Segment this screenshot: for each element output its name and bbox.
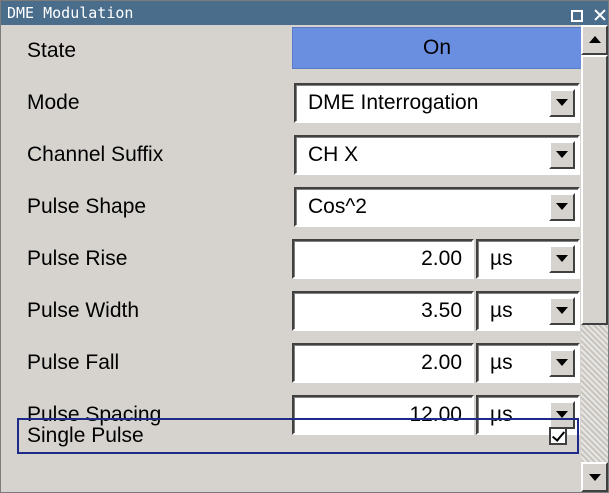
pulse-width-row: Pulse Width 3.50 µs [17,285,580,337]
vertical-scrollbar[interactable] [581,25,608,492]
pulse-fall-row: Pulse Fall 2.00 µs [17,337,580,389]
chevron-down-icon[interactable] [549,193,575,221]
chevron-down-icon[interactable] [549,245,575,273]
pulse-shape-row: Pulse Shape Cos^2 [17,181,580,233]
scroll-up-icon[interactable] [581,25,608,55]
chevron-down-icon[interactable] [549,349,575,377]
pulse-fall-unit: µs [490,351,513,374]
dme-modulation-window: DME Modulation State On Mode DME Interro… [0,0,609,493]
mode-select[interactable]: DME Interrogation [294,83,580,123]
pulse-rise-input[interactable]: 2.00 [292,239,474,279]
single-pulse-checkbox[interactable] [549,427,567,445]
channel-suffix-select[interactable]: CH X [294,135,580,175]
chevron-down-icon[interactable] [549,89,575,117]
pulse-rise-row: Pulse Rise 2.00 µs [17,233,580,285]
channel-suffix-label: Channel Suffix [27,143,164,166]
single-pulse-label: Single Pulse [27,424,144,447]
pulse-width-label: Pulse Width [27,299,140,322]
state-toggle-button[interactable]: On [292,27,582,69]
close-icon[interactable] [594,8,606,22]
mode-label: Mode [27,91,80,114]
title-bar-controls [569,5,606,22]
pulse-fall-label: Pulse Fall [27,351,120,374]
pulse-shape-value: Cos^2 [308,195,367,218]
window-title: DME Modulation [7,4,134,22]
pulse-rise-unit-select[interactable]: µs [476,239,580,279]
channel-suffix-row: Channel Suffix CH X [17,129,580,181]
mode-row: Mode DME Interrogation [17,77,580,129]
pulse-width-unit-select[interactable]: µs [476,291,580,331]
pulse-rise-unit: µs [490,247,513,270]
title-bar: DME Modulation [1,1,608,25]
pulse-width-input[interactable]: 3.50 [292,291,474,331]
pulse-width-unit: µs [490,299,513,322]
restore-icon[interactable] [570,10,583,22]
chevron-down-icon[interactable] [549,297,575,325]
state-row: State On [17,25,582,77]
pulse-rise-label: Pulse Rise [27,247,128,270]
chevron-down-icon[interactable] [549,141,575,169]
channel-suffix-value: CH X [308,143,359,166]
pulse-fall-input[interactable]: 2.00 [292,343,474,383]
state-label: State [27,39,77,62]
scroll-down-icon[interactable] [581,462,608,492]
scrollbar-thumb[interactable] [581,55,608,325]
mode-value: DME Interrogation [308,91,479,114]
single-pulse-row[interactable]: Single Pulse [17,418,579,454]
pulse-shape-label: Pulse Shape [27,195,147,218]
pulse-fall-unit-select[interactable]: µs [476,343,580,383]
pulse-shape-select[interactable]: Cos^2 [294,187,580,227]
